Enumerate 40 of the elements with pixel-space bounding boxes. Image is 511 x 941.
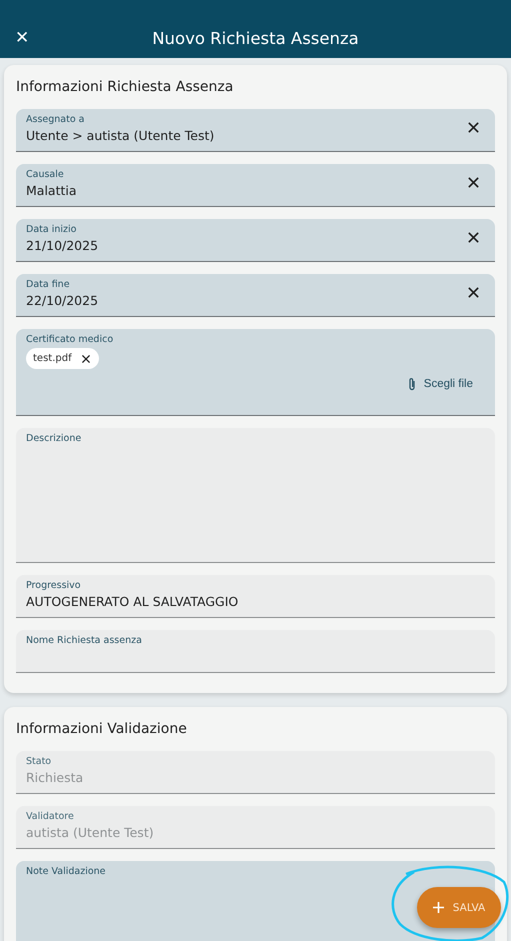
close-icon (467, 231, 480, 244)
file-field[interactable]: Certificato medico test.pdf Scegli file (16, 329, 495, 416)
input-field[interactable]: Causale Malattia (16, 164, 495, 207)
close-button[interactable]: ✕ (12, 27, 32, 48)
close-icon (80, 354, 91, 364)
field-label: Causale (26, 169, 64, 180)
section-title: Informazioni Richiesta Assenza (16, 78, 234, 95)
choose-file-button[interactable]: Scegli file (408, 377, 473, 391)
field-label: Progressivo (26, 580, 81, 591)
input-field[interactable]: Progressivo AUTOGENERATO AL SALVATAGGIO (16, 575, 495, 618)
plus-icon (432, 902, 444, 913)
close-icon (467, 121, 480, 134)
input-field[interactable]: Data inizio 21/10/2025 (16, 219, 495, 262)
field-value: 21/10/2025 (26, 238, 98, 253)
field-label: Data fine (26, 279, 70, 290)
field-label: Descrizione (26, 433, 82, 444)
close-icon (467, 176, 480, 189)
field-label: Validatore (26, 811, 74, 822)
close-icon (467, 286, 480, 299)
field-value: Malattia (26, 183, 77, 198)
field-label: Stato (26, 756, 52, 767)
field-value: Richiesta (26, 770, 84, 785)
field-label: Assegnato a (26, 114, 84, 125)
field-label: Data inizio (26, 224, 76, 235)
remove-button[interactable] (80, 354, 91, 364)
input-field[interactable]: Nome Richiesta assenza (16, 630, 495, 673)
field-value: 22/10/2025 (26, 293, 98, 308)
input-field[interactable]: Data fine 22/10/2025 (16, 274, 495, 317)
input-field[interactable]: Assegnato a Utente > autista (Utente Test) (16, 109, 495, 152)
field-label: Nome Richiesta assenza (26, 635, 142, 646)
field-label: Certificato medico (26, 334, 114, 345)
field-value: Utente > autista (Utente Test) (26, 128, 214, 143)
field-value: autista (Utente Test) (26, 825, 154, 840)
file-name: test.pdf (33, 353, 72, 364)
text-area[interactable]: Descrizione (16, 428, 495, 563)
section-title: Informazioni Validazione (16, 720, 188, 737)
page-title: Nuovo Richiesta Assenza (151, 29, 360, 48)
field-value: AUTOGENERATO AL SALVATAGGIO (26, 594, 238, 609)
paperclip-icon (408, 377, 416, 391)
field-label: Note Validazione (26, 866, 106, 877)
